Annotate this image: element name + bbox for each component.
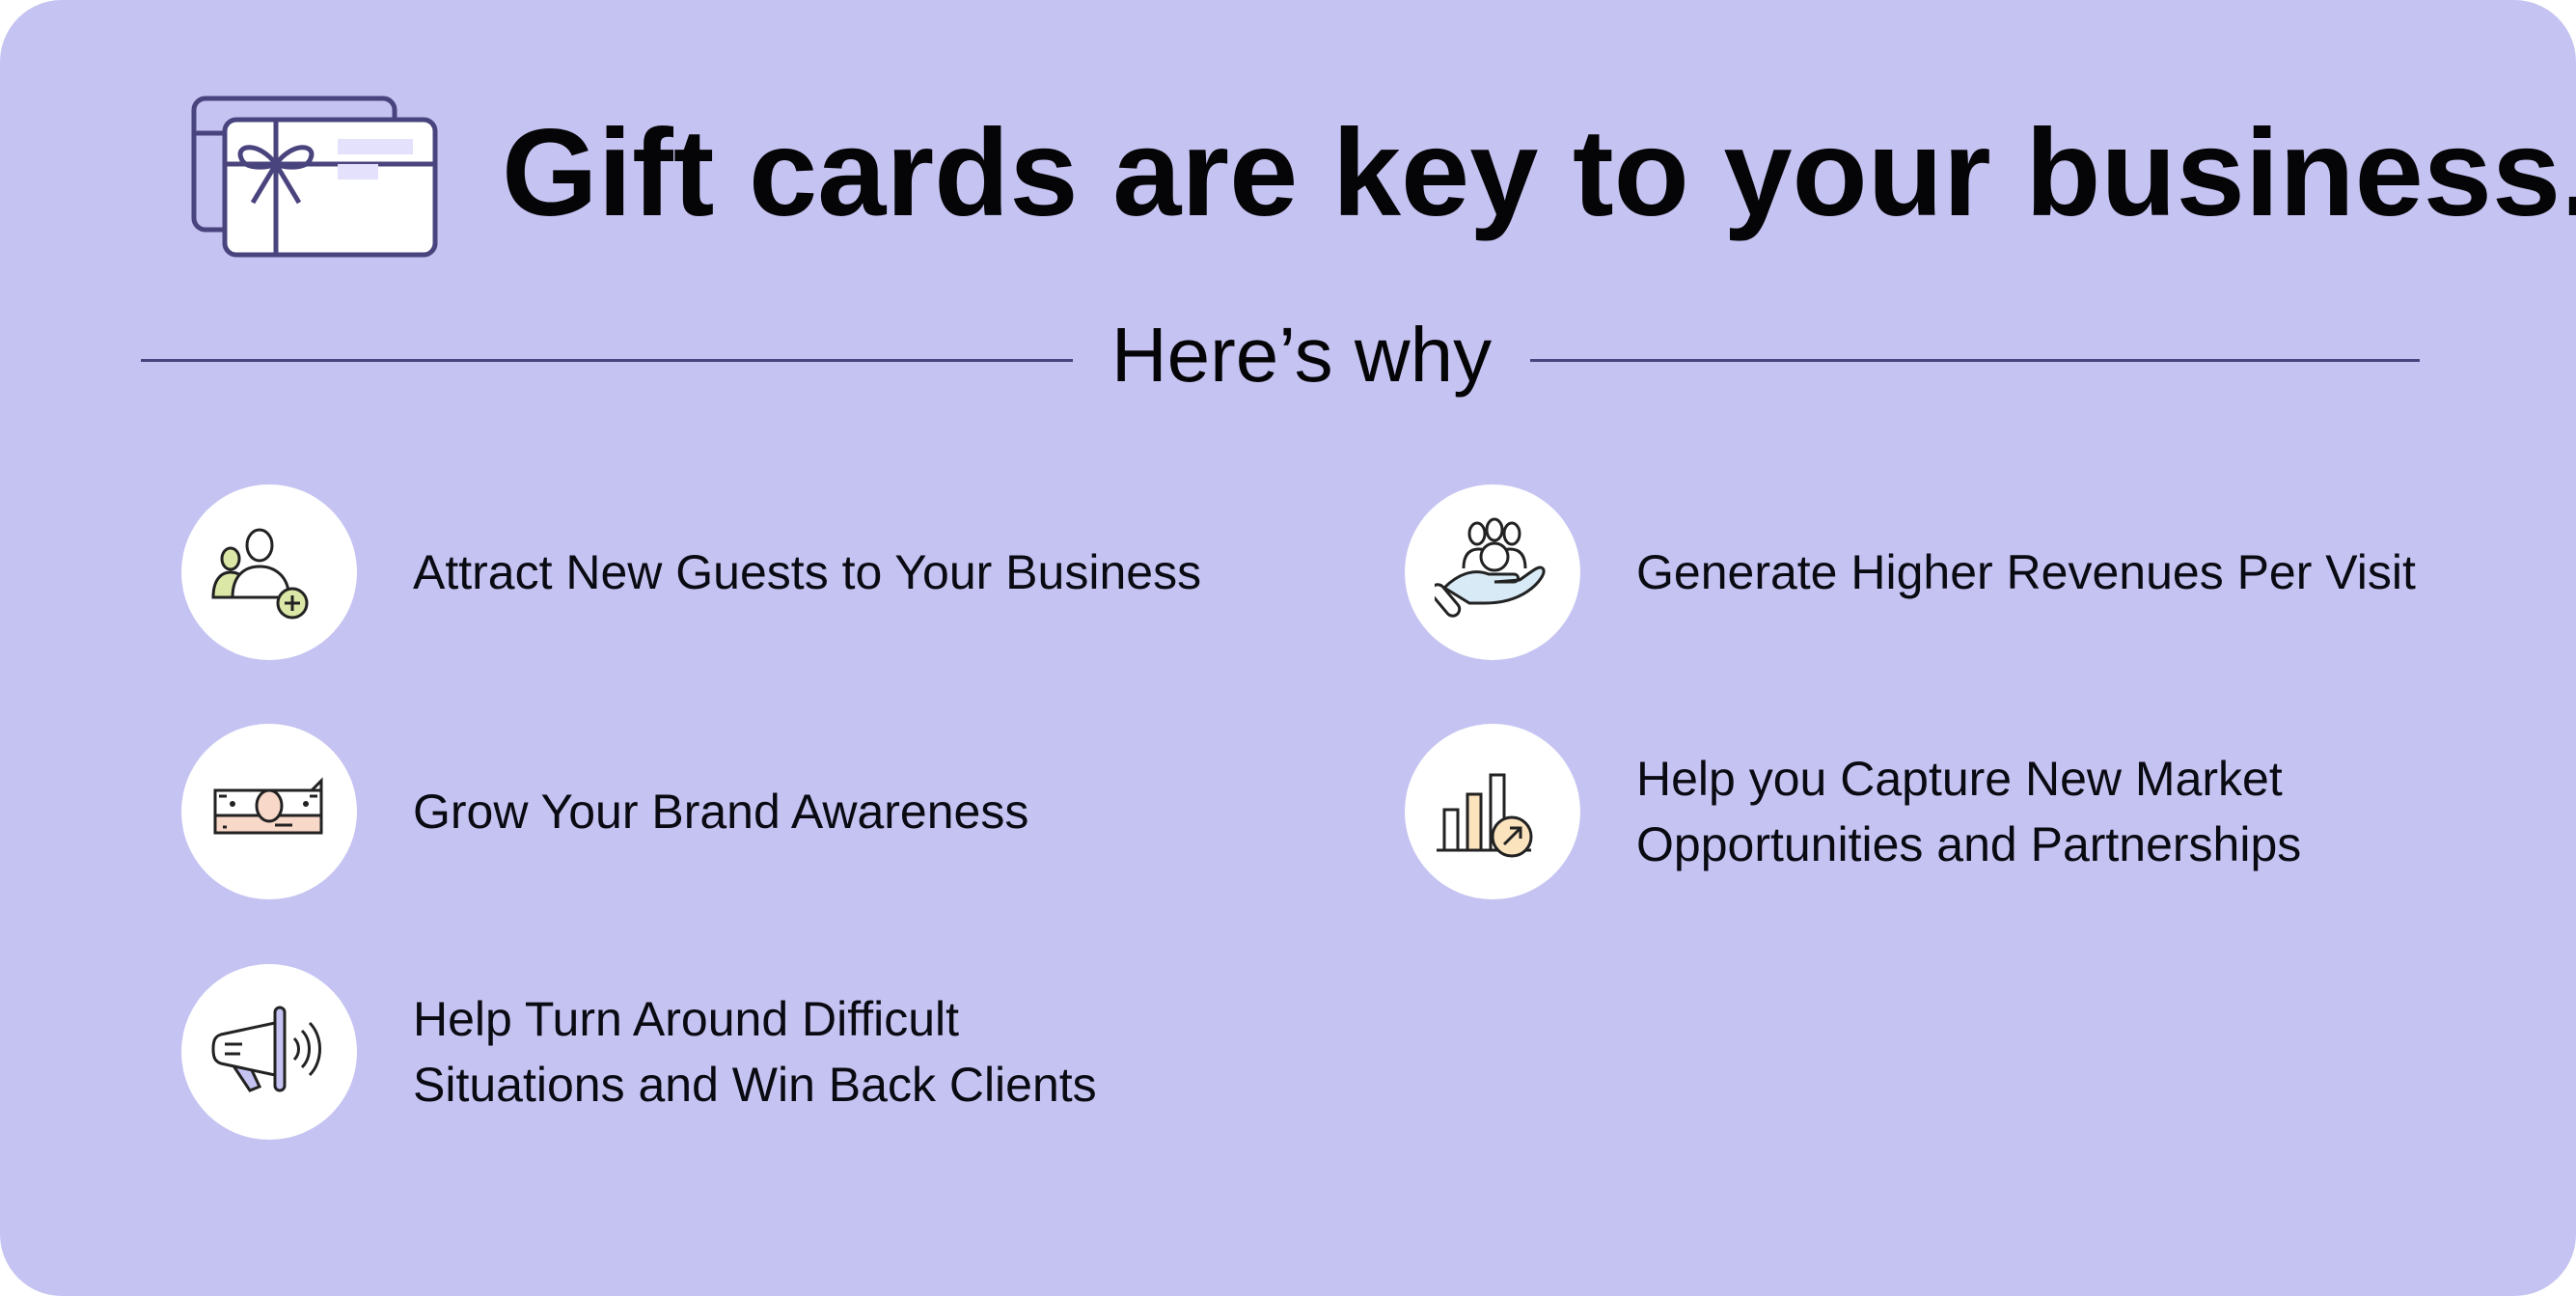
feature-item: Grow Your Brand Awareness [181,724,1301,899]
feature-item: Help Turn Around Difficult Situations an… [181,964,1301,1140]
hand-people-icon [1435,517,1546,618]
new-guests-icon [211,528,309,620]
feature-label-line: Help Turn Around Difficult [413,992,960,1046]
divider-left [141,359,1073,362]
feature-label: Generate Higher Revenues Per Visit [1636,545,2416,599]
gift-cards-icon [191,96,438,258]
feature-label: Grow Your Brand Awareness [413,785,1029,839]
feature-label: Attract New Guests to Your Business [413,545,1202,599]
feature-label-line: Help you Capture New Market [1636,752,2283,806]
feature-icon-circle [181,484,357,660]
feature-icon-circle [181,724,357,899]
growth-chart-icon [1437,773,1533,858]
feature-icon-circle [1405,484,1580,660]
feature-item: Help you Capture New Market Opportunitie… [1405,724,2485,899]
feature-label-line: Opportunities and Partnerships [1636,817,2302,871]
divider-right [1530,359,2420,362]
section-subtitle: Here’s why [1110,312,1493,398]
info-card: Gift cards are key to your business. Her… [0,0,2576,1296]
page-title: Gift cards are key to your business. [502,104,2576,242]
feature-item: Attract New Guests to Your Business [181,484,1301,660]
megaphone-icon [211,1006,321,1092]
feature-label-line: Situations and Win Back Clients [413,1058,1097,1112]
feature-icon-circle [1405,724,1580,899]
feature-item: Generate Higher Revenues Per Visit [1405,484,2485,660]
feature-icon-circle [181,964,357,1140]
money-icon [213,777,323,835]
